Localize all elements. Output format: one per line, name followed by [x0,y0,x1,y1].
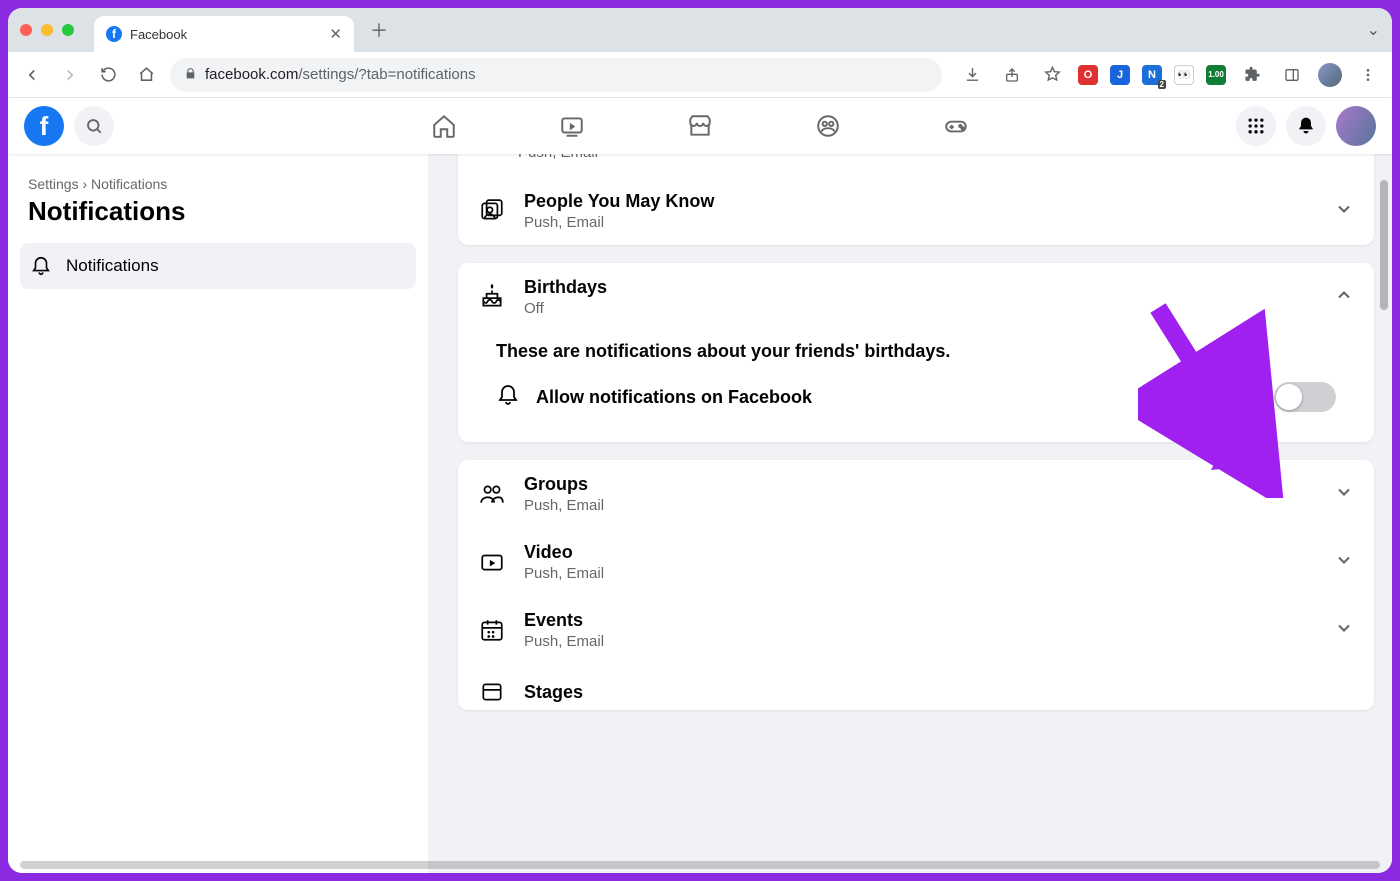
watch-icon[interactable] [558,112,586,140]
maximize-window-button[interactable] [62,24,74,36]
setting-card-birthdays: Birthdays Off These are notifications ab… [458,263,1374,442]
setting-row-events[interactable]: Events Push, Email [458,596,1374,664]
home-button[interactable] [132,61,160,89]
stages-icon [478,678,506,706]
setting-row-pymk[interactable]: People You May Know Push, Email [458,177,1374,245]
setting-title: Events [524,610,1316,631]
lock-icon [184,67,197,83]
setting-subtext: Push, Email [524,633,1316,650]
setting-row-groups[interactable]: Groups Push, Email [458,460,1374,528]
setting-title: Stages [524,682,1354,703]
setting-subtext: Off [524,300,1316,317]
chrome-titlebar: f Facebook ✕ ＋ ⌄ [8,8,1392,52]
chevron-up-icon [1334,285,1354,310]
chevron-down-icon [1334,482,1354,507]
calendar-icon [478,616,506,644]
chevron-down-icon [1334,550,1354,575]
new-tab-button[interactable]: ＋ [370,17,388,43]
back-button[interactable] [18,61,46,89]
marketplace-icon[interactable] [686,112,714,140]
main-content: Push, Email People You May Know Push, Em… [428,154,1392,873]
extensions-button[interactable] [1238,61,1266,89]
setting-title: Groups [524,474,1316,495]
extension-icon[interactable]: 1.00 [1206,65,1226,85]
notifications-button[interactable] [1286,106,1326,146]
birthday-cake-icon [478,283,506,311]
close-window-button[interactable] [20,24,32,36]
chevron-down-icon [1334,199,1354,224]
account-avatar-button[interactable] [1336,106,1376,146]
setting-title: People You May Know [524,191,1316,212]
allow-notifications-toggle[interactable] [1274,382,1336,412]
video-icon [478,548,506,576]
chevron-down-icon [1334,618,1354,643]
address-bar[interactable]: facebook.com/settings/?tab=notifications [170,58,942,92]
groups-icon[interactable] [814,112,842,140]
setting-subtext: Push, Email [524,497,1316,514]
menu-grid-button[interactable] [1236,106,1276,146]
facebook-header: f [8,98,1392,154]
browser-actions: O J N2 👀 1.00 [958,61,1382,89]
tabs-dropdown-button[interactable]: ⌄ [1367,20,1380,40]
url-path: /settings/?tab=notifications [298,66,475,83]
setting-row-video[interactable]: Video Push, Email [458,528,1374,596]
breadcrumb-root[interactable]: Settings [28,176,79,192]
setting-subtext: Push, Email [524,214,1316,231]
setting-title: Video [524,542,1316,563]
bell-icon [496,383,520,412]
extension-icon[interactable]: 👀 [1174,65,1194,85]
groups-icon [478,480,506,508]
tab-title: Facebook [130,27,187,42]
setting-subtext: Push, Email [524,565,1316,582]
forward-button[interactable] [56,61,84,89]
share-button[interactable] [998,61,1026,89]
page-title: Notifications [28,196,408,227]
page-scrollbar[interactable] [1380,180,1388,740]
gaming-icon[interactable] [942,112,970,140]
bookmark-star-button[interactable] [1038,61,1066,89]
facebook-logo[interactable]: f [24,106,64,146]
previous-row-subtext: Push, Email [458,154,1374,177]
horizontal-scrollbar[interactable] [20,861,1380,869]
setting-description: These are notifications about your frien… [480,335,1352,376]
url-host: facebook.com [205,66,298,83]
settings-sidebar: Settings › Notifications Notifications N… [8,154,428,873]
setting-row-birthdays[interactable]: Birthdays Off [458,263,1374,331]
search-button[interactable] [74,106,114,146]
home-icon[interactable] [430,112,458,140]
browser-tab[interactable]: f Facebook ✕ [94,16,354,52]
chrome-menu-button[interactable] [1354,61,1382,89]
bell-icon [30,255,52,277]
sidebar-item-notifications[interactable]: Notifications [20,243,416,289]
window-controls [20,24,74,36]
people-suggestion-icon [478,197,506,225]
extension-icon[interactable]: O [1078,65,1098,85]
reload-button[interactable] [94,61,122,89]
setting-row-stages[interactable]: Stages [458,664,1374,710]
close-tab-button[interactable]: ✕ [329,25,342,43]
breadcrumb[interactable]: Settings › Notifications [28,176,408,192]
extension-icon[interactable]: N2 [1142,65,1162,85]
top-nav [430,112,970,140]
setting-title: Birthdays [524,277,1316,298]
sidebar-item-label: Notifications [66,256,159,276]
extension-icon[interactable]: J [1110,65,1130,85]
breadcrumb-leaf: Notifications [91,176,167,192]
download-button[interactable] [958,61,986,89]
allow-notifications-row: Allow notifications on Facebook [480,376,1352,418]
minimize-window-button[interactable] [41,24,53,36]
side-panel-button[interactable] [1278,61,1306,89]
chrome-toolbar: facebook.com/settings/?tab=notifications… [8,52,1392,98]
toggle-label: Allow notifications on Facebook [536,387,1258,408]
chrome-profile-button[interactable] [1318,63,1342,87]
facebook-favicon: f [106,26,122,42]
